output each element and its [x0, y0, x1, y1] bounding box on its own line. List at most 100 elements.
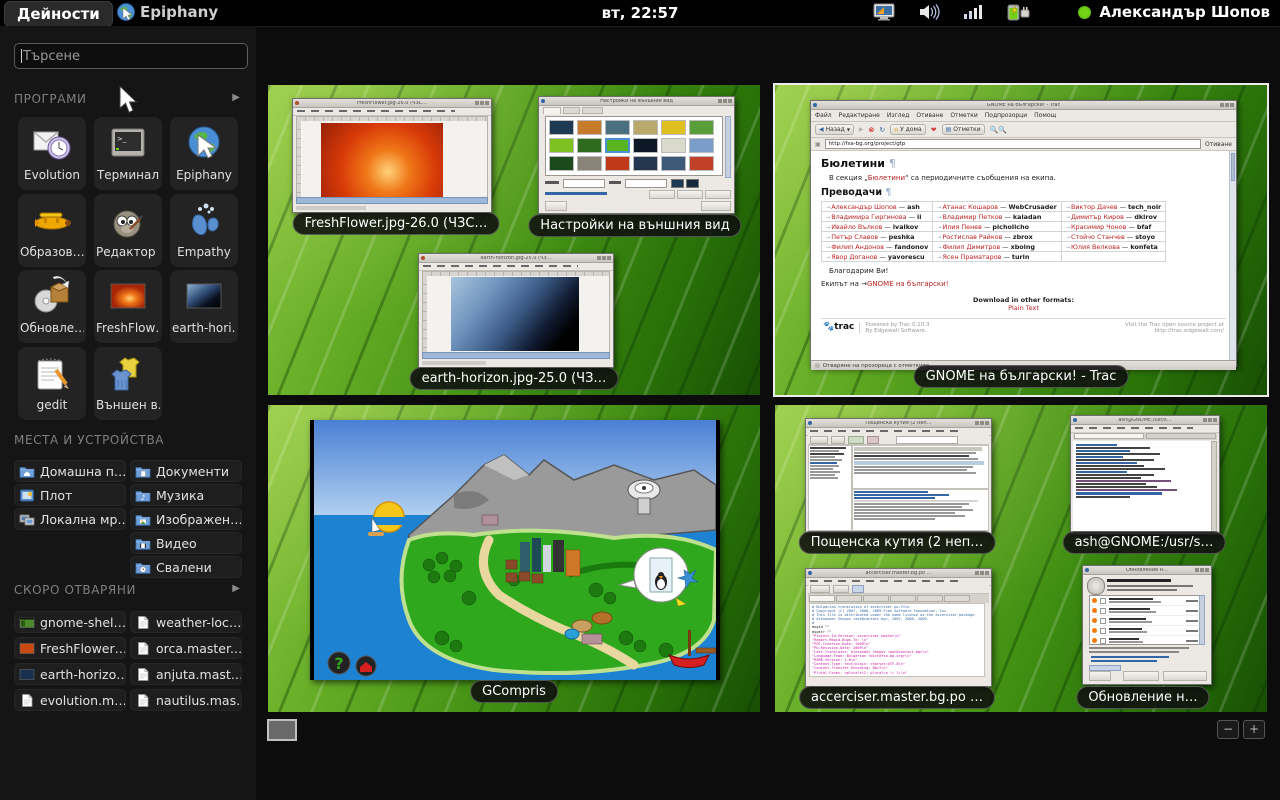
translator-name-link[interactable]: Ясен Праматаров: [942, 253, 1001, 261]
sidebar-item-документи[interactable]: Документи: [130, 460, 242, 482]
window-epiphany-trac[interactable]: GNOME на български! - Trac ФайлРедактира…: [810, 100, 1237, 367]
workspace-3[interactable]: ? GCompris: [268, 405, 760, 712]
app-tile-терминал[interactable]: >_ Терминал: [94, 117, 162, 190]
wallpaper-thumbnail[interactable]: [577, 156, 602, 171]
sidebar-item-локалнамр[interactable]: Локална мр…: [14, 508, 126, 530]
app-tile-freshflow[interactable]: FreshFlow…: [94, 270, 162, 343]
sidebar-item-nautilusmas[interactable]: nautilus.mas…: [130, 689, 242, 711]
clock[interactable]: вт, 22:57: [602, 4, 679, 22]
update-row[interactable]: [1090, 626, 1200, 636]
update-checkbox[interactable]: [1100, 628, 1106, 634]
wallpaper-thumbnail[interactable]: [633, 120, 658, 135]
home-button[interactable]: ⌂У дома: [890, 124, 925, 135]
activities-button[interactable]: Дейности: [4, 1, 113, 27]
window-evolution-mail[interactable]: Пощенска кутия (2 неп…: [805, 418, 992, 534]
translator-name-link[interactable]: Филип Андонов: [831, 243, 884, 251]
address-bar[interactable]: ▣ http://fsa-bg.org/project/gtp Отиване: [811, 138, 1236, 151]
wallpaper-thumbnail-grid[interactable]: [545, 116, 723, 176]
wallpaper-thumbnail[interactable]: [605, 138, 630, 153]
wallpaper-thumbnail[interactable]: [689, 120, 714, 135]
message-list-pane[interactable]: [852, 445, 989, 489]
wallpaper-thumbnail[interactable]: [689, 156, 714, 171]
sidebar-item-плот[interactable]: Плот: [14, 484, 126, 506]
translator-name-link[interactable]: Димитър Киров: [1071, 213, 1124, 221]
workspace-switcher-placeholder[interactable]: [267, 719, 297, 741]
volume-icon[interactable]: [918, 2, 940, 22]
update-checkbox[interactable]: [1100, 608, 1106, 614]
wallpaper-thumbnail[interactable]: [577, 138, 602, 153]
workspace-remove-button[interactable]: −: [1217, 720, 1239, 739]
update-row[interactable]: [1090, 606, 1200, 616]
window-gedit-po[interactable]: accerciser.master.bg.po … # Bulgarian tr…: [805, 568, 992, 687]
translator-name-link[interactable]: Илия Пенев: [942, 223, 982, 231]
sidebar-item-anjutamast[interactable]: anjuta.mast…: [130, 663, 242, 685]
scrollbar[interactable]: [1229, 151, 1236, 360]
window-gimp-freshflower[interactable]: FreshFlower.jpg-26.0 (ЧЗС…: [292, 98, 492, 213]
wallpaper-thumbnail[interactable]: [605, 156, 630, 171]
wallpaper-thumbnail[interactable]: [605, 120, 630, 135]
translator-name-link[interactable]: Александър Шопов: [831, 203, 896, 211]
team-link[interactable]: GNOME на български!: [867, 280, 949, 288]
app-tile-epiphany[interactable]: Epiphany: [170, 117, 238, 190]
sidebar-item-домашнап[interactable]: Домашна п…: [14, 460, 126, 482]
translator-name-link[interactable]: Юлия Велкова: [1071, 243, 1120, 251]
translator-name-link[interactable]: Ивайло Вълков: [831, 223, 882, 231]
update-checkbox[interactable]: [1100, 598, 1106, 604]
network-signal-icon[interactable]: [962, 2, 984, 22]
update-checkbox[interactable]: [1100, 638, 1106, 644]
gedit-tab-strip[interactable]: [808, 594, 989, 603]
translator-name-link[interactable]: Стойчо Станчев: [1071, 233, 1125, 241]
browser-toolbar[interactable]: ◀Назад▼ ▶ ⊗ ↻ ⌂У дома ❤ ▤Отметки 🔍🔍: [811, 122, 1236, 138]
terminal-text-area[interactable]: [1073, 441, 1212, 532]
display-settings-icon[interactable]: [872, 2, 896, 22]
message-preview-pane[interactable]: [852, 489, 989, 531]
sidebar-item-freshflower[interactable]: FreshFlower…: [14, 637, 126, 659]
folder-pane[interactable]: [808, 445, 852, 531]
wallpaper-thumbnail[interactable]: [661, 120, 686, 135]
wallpaper-thumbnail[interactable]: [577, 120, 602, 135]
workspace-4[interactable]: Пощенска кутия (2 неп… Пощенска кутия (2…: [775, 405, 1267, 712]
wallpaper-thumbnail[interactable]: [633, 138, 658, 153]
workspace-add-button[interactable]: +: [1243, 720, 1265, 739]
gedit-text-area[interactable]: # Bulgarian translation of accerciser po…: [809, 603, 985, 677]
wallpaper-thumbnail[interactable]: [661, 138, 686, 153]
window-terminal[interactable]: ash@GNOME:/usr/s…: [1070, 415, 1220, 535]
translator-name-link[interactable]: Атанас Кошаров: [942, 203, 998, 211]
translator-name-link[interactable]: Ростислав Райков: [942, 233, 1002, 241]
update-checkbox[interactable]: [1100, 618, 1106, 624]
search-input[interactable]: Търсене: [14, 43, 248, 69]
app-tile-редактор[interactable]: Редактор …: [94, 194, 162, 267]
go-button[interactable]: Отиване: [1205, 141, 1232, 148]
translator-name-link[interactable]: Петър Славов: [831, 233, 878, 241]
sidebar-item-evolutionm[interactable]: evolution.m…: [14, 689, 126, 711]
translator-name-link[interactable]: Владимир Петков: [942, 213, 1002, 221]
update-row[interactable]: [1090, 616, 1200, 626]
focused-app-indicator[interactable]: Epiphany: [116, 2, 218, 22]
wallpaper-thumbnail[interactable]: [549, 138, 574, 153]
workspace-2-active[interactable]: GNOME на български! - Trac ФайлРедактира…: [775, 85, 1267, 395]
workspace-1[interactable]: FreshFlower.jpg-26.0 (ЧЗС… FreshFlower.j…: [268, 85, 760, 395]
url-input[interactable]: http://fsa-bg.org/project/gtp: [825, 139, 1201, 149]
app-tile-empathy[interactable]: Empathy: [170, 194, 238, 267]
recent-expand-icon[interactable]: ▶: [232, 583, 240, 594]
updates-list[interactable]: [1089, 595, 1201, 645]
sidebar-item-изображен[interactable]: Изображен…: [130, 508, 242, 530]
sidebar-item-видео[interactable]: Видео: [130, 532, 242, 554]
bulletin-link[interactable]: Бюлетини: [868, 174, 905, 182]
update-row[interactable]: [1090, 596, 1200, 606]
app-tile-обновле[interactable]: Обновле…: [18, 270, 86, 343]
bookmarks-button[interactable]: ▤Отметки: [942, 124, 985, 135]
app-tile-evolution[interactable]: Evolution: [18, 117, 86, 190]
wallpaper-thumbnail[interactable]: [661, 156, 686, 171]
sidebar-item-gnomeshel[interactable]: gnome-shel…: [14, 611, 126, 633]
browser-menu-bar[interactable]: ФайлРедактиранеИзглед ОтиванеОтметкиПодп…: [811, 110, 1236, 122]
sidebar-item-orcamaster[interactable]: orca.master.…: [130, 637, 242, 659]
window-appearance-settings[interactable]: Настройки на външния вид: [538, 96, 735, 214]
window-gcompris[interactable]: ?: [310, 420, 720, 680]
wallpaper-thumbnail[interactable]: [549, 156, 574, 171]
app-tile-външенв[interactable]: Външен в…: [94, 347, 162, 420]
wallpaper-thumbnail[interactable]: [549, 120, 574, 135]
programs-expand-icon[interactable]: ▶: [232, 92, 240, 103]
sidebar-item-свалени[interactable]: Свалени: [130, 556, 242, 578]
translator-name-link[interactable]: Явор Доганов: [831, 253, 877, 261]
